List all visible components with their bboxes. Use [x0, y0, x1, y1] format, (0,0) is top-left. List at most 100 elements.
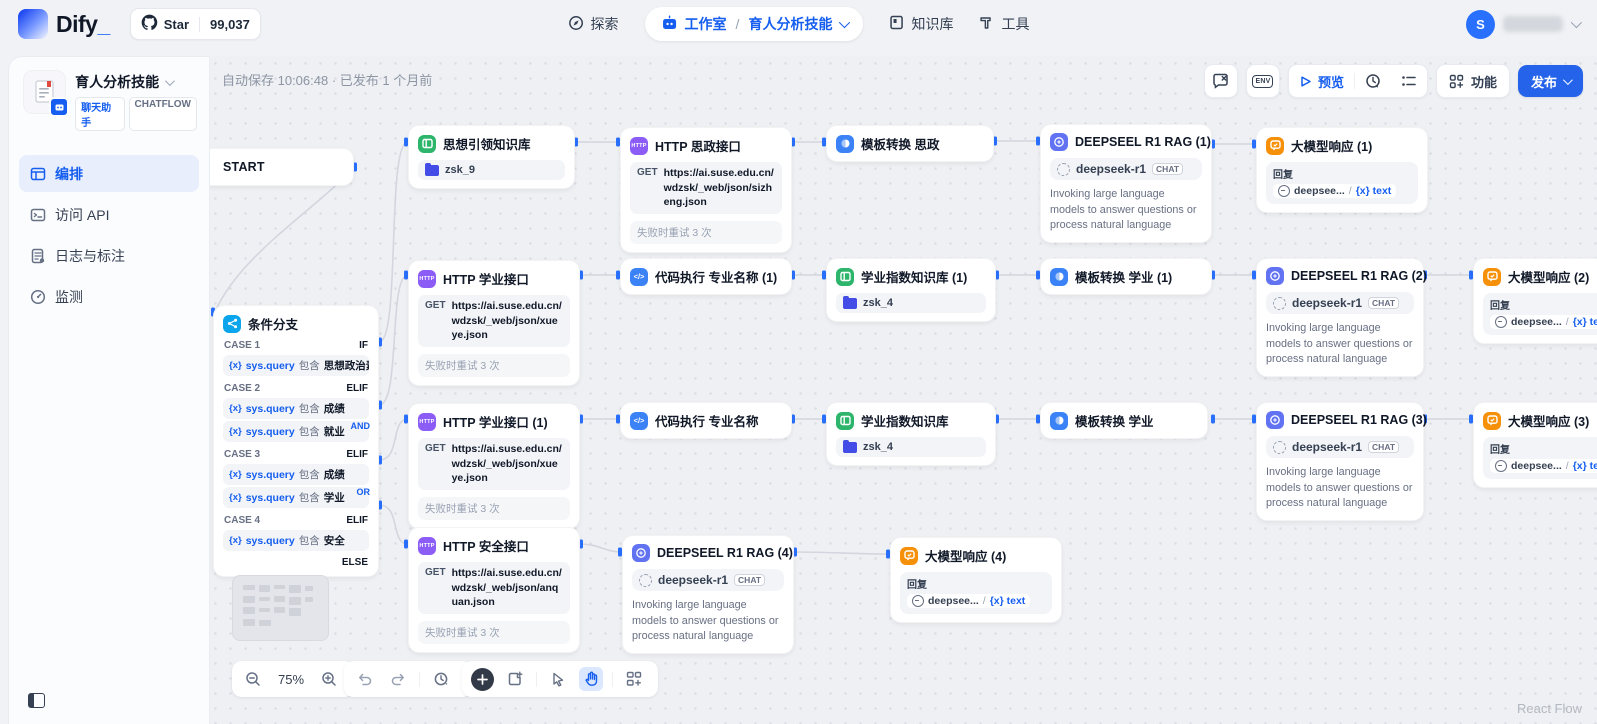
- node-http-sizheng[interactable]: HTTP HTTP 思政接口 GEThttps://ai.suse.edu.cn…: [620, 127, 792, 253]
- collapse-sidebar-icon[interactable]: [28, 693, 45, 708]
- zoom-in-button[interactable]: [317, 667, 341, 691]
- nav-knowledge[interactable]: 知识库: [889, 14, 953, 34]
- case-name: CASE 4: [224, 515, 260, 526]
- checklist-button[interactable]: [1391, 74, 1427, 88]
- dify-logo[interactable]: Dify_: [18, 9, 110, 39]
- user-avatar[interactable]: S: [1466, 10, 1495, 39]
- sidebar-item-orchestrate[interactable]: 编排: [19, 155, 199, 192]
- case-op: ELIF: [346, 449, 368, 460]
- features-label: 功能: [1471, 72, 1497, 91]
- node-llm-rag4[interactable]: DEEPSEEL R1 RAG (4) deepseek-r1CHAT Invo…: [622, 535, 794, 654]
- nav-explore-label: 探索: [591, 14, 619, 34]
- app-icon: [23, 70, 66, 114]
- http-url-chip: GEThttps://ai.suse.edu.cn/wdzsk/_web/jso…: [418, 562, 570, 614]
- node-http-xueye[interactable]: HTTP HTTP 学业接口 GEThttps://ai.suse.edu.cn…: [408, 260, 580, 386]
- condition-joiner: AND: [351, 421, 371, 431]
- deepseek-icon: [912, 595, 924, 607]
- node-knowledge-xueye1[interactable]: 学业指数知识库 (1) zsk_4: [826, 258, 996, 322]
- node-knowledge-sizheng[interactable]: 思想引领知识库 zsk_9: [408, 125, 575, 189]
- node-http-xueye2[interactable]: HTTP HTTP 学业接口 (1) GEThttps://ai.suse.ed…: [408, 403, 580, 529]
- nav-explore[interactable]: 探索: [568, 14, 619, 34]
- dataset-chip[interactable]: zsk_9: [418, 160, 565, 180]
- node-answer3[interactable]: 大模型响应 (3) 回复 deepsee.../{x} text: [1473, 402, 1597, 488]
- http-url: https://ai.suse.edu.cn/wdzsk/_web/json/x…: [452, 299, 563, 343]
- nav-studio-breadcrumb[interactable]: 工作室 / 育人分析技能: [645, 7, 864, 41]
- llm-icon: [1050, 133, 1068, 151]
- redo-button[interactable]: [386, 667, 410, 691]
- preview-button[interactable]: 预览: [1289, 72, 1354, 91]
- dataset-chip[interactable]: zsk_4: [836, 437, 986, 457]
- node-template-xueye1[interactable]: 模板转换 学业 (1): [1040, 258, 1212, 295]
- env-variables-button[interactable]: ENV: [1246, 64, 1280, 98]
- logs-icon: [30, 248, 46, 264]
- code-icon: </>: [630, 412, 648, 430]
- node-http-anquan[interactable]: HTTP HTTP 安全接口 GEThttps://ai.suse.edu.cn…: [408, 527, 580, 653]
- node-code-zhuanye1[interactable]: </> 代码执行 专业名称 (1): [620, 258, 792, 295]
- node-answer4[interactable]: 大模型响应 (4) 回复 deepsee.../{x} text: [890, 537, 1062, 623]
- minimap[interactable]: [232, 575, 329, 641]
- condition-joiner: OR: [357, 487, 371, 497]
- node-title: DEEPSEEL R1 RAG (1): [1075, 135, 1211, 149]
- http-method: GET: [425, 299, 446, 311]
- view-history-button[interactable]: [429, 667, 453, 691]
- publish-button[interactable]: 发布: [1518, 65, 1583, 97]
- model-selector[interactable]: deepseek-r1CHAT: [632, 569, 784, 591]
- add-node-button[interactable]: [471, 668, 494, 691]
- node-llm-rag3[interactable]: DEEPSEEL R1 RAG (3) deepseek-r1CHAT Invo…: [1256, 402, 1424, 521]
- sidebar-item-api[interactable]: 访问 API: [19, 196, 199, 233]
- preview-button-group: 预览: [1288, 64, 1428, 98]
- answer-body: 回复 deepsee.../{x} text: [1483, 437, 1597, 479]
- react-flow-attribution: React Flow: [1517, 701, 1582, 716]
- run-history-button[interactable]: [1355, 73, 1391, 89]
- model-selector[interactable]: deepseek-r1CHAT: [1266, 292, 1414, 314]
- case-op: ELIF: [346, 515, 368, 526]
- reply-label: 回复: [1273, 166, 1411, 181]
- node-template-sizheng[interactable]: 模板转换 思政: [826, 125, 994, 162]
- play-icon: [1299, 75, 1312, 88]
- zoom-level[interactable]: 75%: [274, 672, 308, 687]
- model-name: deepseek-r1: [1292, 296, 1362, 310]
- features-button[interactable]: 功能: [1436, 64, 1510, 98]
- autosave-status: 自动保存 10:06:48 · 已发布 1 个月前: [222, 70, 432, 89]
- http-url: https://ai.suse.edu.cn/wdzsk/_web/json/x…: [452, 442, 563, 486]
- sidebar-item-monitor[interactable]: 监测: [19, 278, 199, 315]
- chat-badge: CHAT: [1152, 163, 1183, 175]
- retry-chip: 失败时重试 3 次: [418, 621, 570, 644]
- condition-case: CASE 3ELIF {x}sys.query包含成绩 OR {x}sys.qu…: [223, 446, 369, 508]
- node-start[interactable]: START: [208, 148, 354, 186]
- nav-tools[interactable]: 工具: [979, 14, 1029, 34]
- add-note-button[interactable]: [503, 667, 527, 691]
- node-condition-branch[interactable]: 条件分支 CASE 1IF {x}sys.query包含思想政治素质 CASE …: [213, 305, 379, 577]
- github-star-widget[interactable]: Star 99,037: [130, 8, 261, 40]
- sidebar-item-logs[interactable]: 日志与标注: [19, 237, 199, 274]
- organize-nodes-button[interactable]: [622, 667, 646, 691]
- folder-icon: [843, 298, 857, 309]
- zoom-out-button[interactable]: [241, 667, 265, 691]
- undo-button[interactable]: [353, 667, 377, 691]
- retry-chip: 失败时重试 3 次: [418, 497, 570, 520]
- sidebar-item-label: 编排: [55, 164, 83, 184]
- node-knowledge-xueye2[interactable]: 学业指数知识库 zsk_4: [826, 402, 996, 466]
- http-url-chip: GEThttps://ai.suse.edu.cn/wdzsk/_web/jso…: [630, 162, 782, 214]
- node-llm-rag2[interactable]: DEEPSEEL R1 RAG (2) deepseek-r1CHAT Invo…: [1256, 258, 1424, 377]
- dataset-chip[interactable]: zsk_4: [836, 293, 986, 313]
- node-code-zhuanye2[interactable]: </> 代码执行 专业名称: [620, 402, 792, 439]
- canvas-actions: ENV 预览 功能 发布: [1204, 64, 1583, 98]
- node-answer2[interactable]: 大模型响应 (2) 回复 deepsee.../{x} text: [1473, 258, 1597, 344]
- app-info[interactable]: 育人分析技能 聊天助手 CHATFLOW: [9, 57, 209, 131]
- pointer-mode-button[interactable]: [546, 667, 570, 691]
- node-template-xueye2[interactable]: 模板转换 学业: [1040, 402, 1208, 439]
- history-controls: [344, 661, 472, 697]
- node-llm-rag1[interactable]: DEEPSEEL R1 RAG (1) deepseek-r1CHAT Invo…: [1040, 124, 1212, 243]
- app-chevron-down-icon[interactable]: [165, 76, 175, 86]
- annotation-button[interactable]: [1204, 64, 1238, 98]
- folder-icon: [425, 165, 439, 176]
- account-chevron-down-icon[interactable]: [1571, 17, 1582, 28]
- workflow-canvas[interactable]: 自动保存 10:06:48 · 已发布 1 个月前 ENV 预览 功能: [208, 56, 1597, 724]
- model-selector[interactable]: deepseek-r1CHAT: [1266, 436, 1414, 458]
- node-title: 模板转换 学业: [1075, 411, 1153, 430]
- robot-icon: [661, 15, 678, 33]
- node-answer1[interactable]: 大模型响应 (1) 回复 deepsee.../{x} text: [1256, 127, 1428, 213]
- model-selector[interactable]: deepseek-r1CHAT: [1050, 158, 1202, 180]
- hand-mode-button[interactable]: [579, 667, 603, 691]
